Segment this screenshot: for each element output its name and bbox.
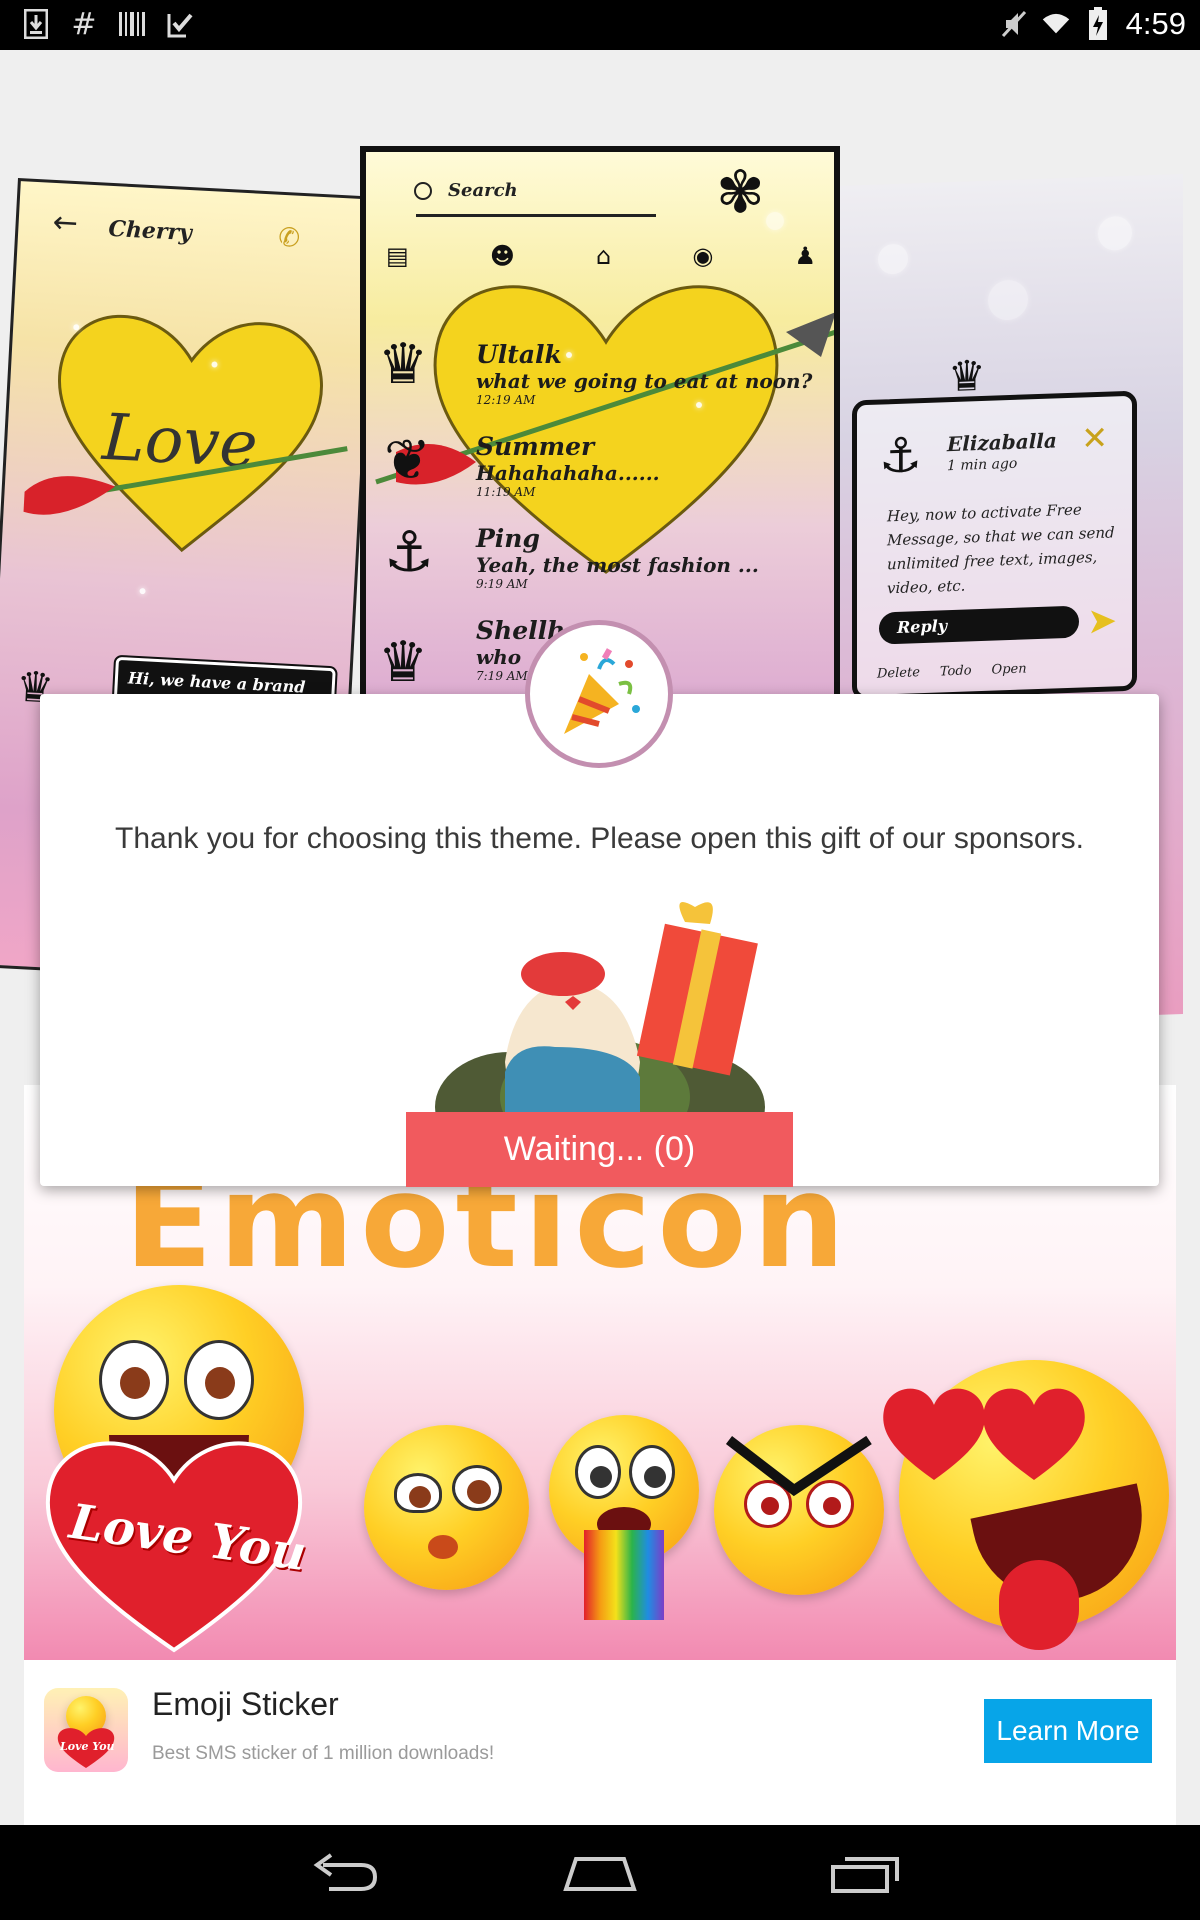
notification-icons: # xyxy=(22,6,194,42)
mute-icon xyxy=(1000,8,1028,40)
hash-icon: # xyxy=(71,6,97,42)
back-arrow-icon: ← xyxy=(51,204,79,242)
party-badge xyxy=(525,620,673,768)
search-icon xyxy=(414,182,432,200)
todo-action: Todo xyxy=(939,663,972,680)
waiting-button[interactable]: Waiting... (0) xyxy=(406,1112,793,1187)
dialog-message: Thank you for choosing this theme. Pleas… xyxy=(115,822,1084,855)
app-icon-text: Love You xyxy=(60,1740,115,1753)
angry-emoji xyxy=(714,1425,884,1595)
conversation-snippet: Hahahahaha...... xyxy=(476,461,660,485)
conversation-name: Ping xyxy=(476,524,540,553)
navigation-bar xyxy=(0,1825,1200,1920)
message-body: Hey, now to activate Free Message, so th… xyxy=(887,500,1115,598)
crown-icon: ♛ xyxy=(378,630,429,695)
app-icon[interactable]: Love You xyxy=(44,1688,128,1772)
conversation-name: Summer xyxy=(476,432,595,461)
conversation-snippet: Yeah, the most fashion ... xyxy=(476,553,759,577)
sender-name: Elizaballa xyxy=(947,428,1057,457)
conversation-item: Ultalk what we going to eat at noon? 12:… xyxy=(476,340,812,407)
open-action: Open xyxy=(991,661,1027,678)
sponsored-ad[interactable]: Emoticon Love You Love You Emoji Sticker… xyxy=(24,1085,1176,1825)
search-underline xyxy=(416,214,656,217)
popup-actions: Delete Todo Open xyxy=(877,661,1027,681)
heart-eyes-emoji xyxy=(883,1360,1169,1650)
learn-more-button[interactable]: Learn More xyxy=(984,1699,1152,1763)
phone-icon: ✆ xyxy=(277,222,301,254)
crown-icon: ♛ xyxy=(378,332,429,397)
status-bar: # 4:59 xyxy=(0,0,1200,50)
message-popup-card: ⚓ Elizaballa 1 min ago ✕ Hey, now to act… xyxy=(852,390,1137,701)
anchor-icon: ⚓ xyxy=(879,427,923,485)
battery-icon xyxy=(1084,7,1112,40)
send-arrow-icon: ➤ xyxy=(1087,600,1118,643)
butterfly-icon: ✾ xyxy=(716,158,765,226)
delete-action: Delete xyxy=(877,665,920,682)
crown-icon: ♛ xyxy=(948,350,986,402)
conversation-name: Ultalk xyxy=(476,340,562,369)
app-description: Best SMS sticker of 1 million downloads! xyxy=(152,1743,495,1764)
download-icon xyxy=(22,8,50,40)
kissing-emoji xyxy=(364,1425,529,1590)
conversation-item: Ping Yeah, the most fashion ... 9:19 AM xyxy=(476,524,759,591)
barcode-icon xyxy=(118,8,146,40)
conversation-snippet: what we going to eat at noon? xyxy=(476,369,813,393)
ad-footer: Love You Emoji Sticker Best SMS sticker … xyxy=(24,1660,1176,1825)
conversation-time: 11:19 AM xyxy=(476,485,536,499)
recents-button[interactable] xyxy=(820,1845,910,1901)
anchor-icon: ⚓ xyxy=(384,520,435,585)
app-name[interactable]: Emoji Sticker xyxy=(152,1686,339,1723)
party-popper-icon xyxy=(564,648,640,734)
person-icon: ♟ xyxy=(794,242,816,270)
theme-preview-screen: ← Cherry ✆ Love ♛ Hi, we have a brand ne… xyxy=(0,50,1200,1825)
back-button[interactable] xyxy=(300,1845,390,1901)
wifi-icon xyxy=(1042,8,1070,40)
sent-time: 1 min ago xyxy=(947,455,1018,475)
system-icons: 4:59 xyxy=(1000,6,1186,42)
home-button[interactable] xyxy=(555,1845,645,1901)
conversation-time: 9:19 AM xyxy=(476,577,528,591)
search-label: Search xyxy=(448,180,518,201)
rainbow-stream xyxy=(584,1530,664,1620)
gift-illustration xyxy=(435,902,765,1122)
checkbox-icon xyxy=(166,8,194,40)
home-icon xyxy=(563,1857,637,1891)
message-icon: ▤ xyxy=(386,242,409,270)
recents-icon xyxy=(831,1857,899,1893)
conversation-item: Summer Hahahahaha...... 11:19 AM xyxy=(476,432,660,499)
clock: 4:59 xyxy=(1125,6,1186,41)
back-icon xyxy=(313,1853,378,1891)
contact-name: Cherry xyxy=(107,215,193,247)
close-icon: ✕ xyxy=(1081,418,1108,458)
reply-button: Reply xyxy=(879,605,1079,645)
conversation-time: 12:19 AM xyxy=(476,393,536,407)
pineapple-icon: ❦ xyxy=(384,428,431,493)
arrow-decoration xyxy=(23,446,348,515)
